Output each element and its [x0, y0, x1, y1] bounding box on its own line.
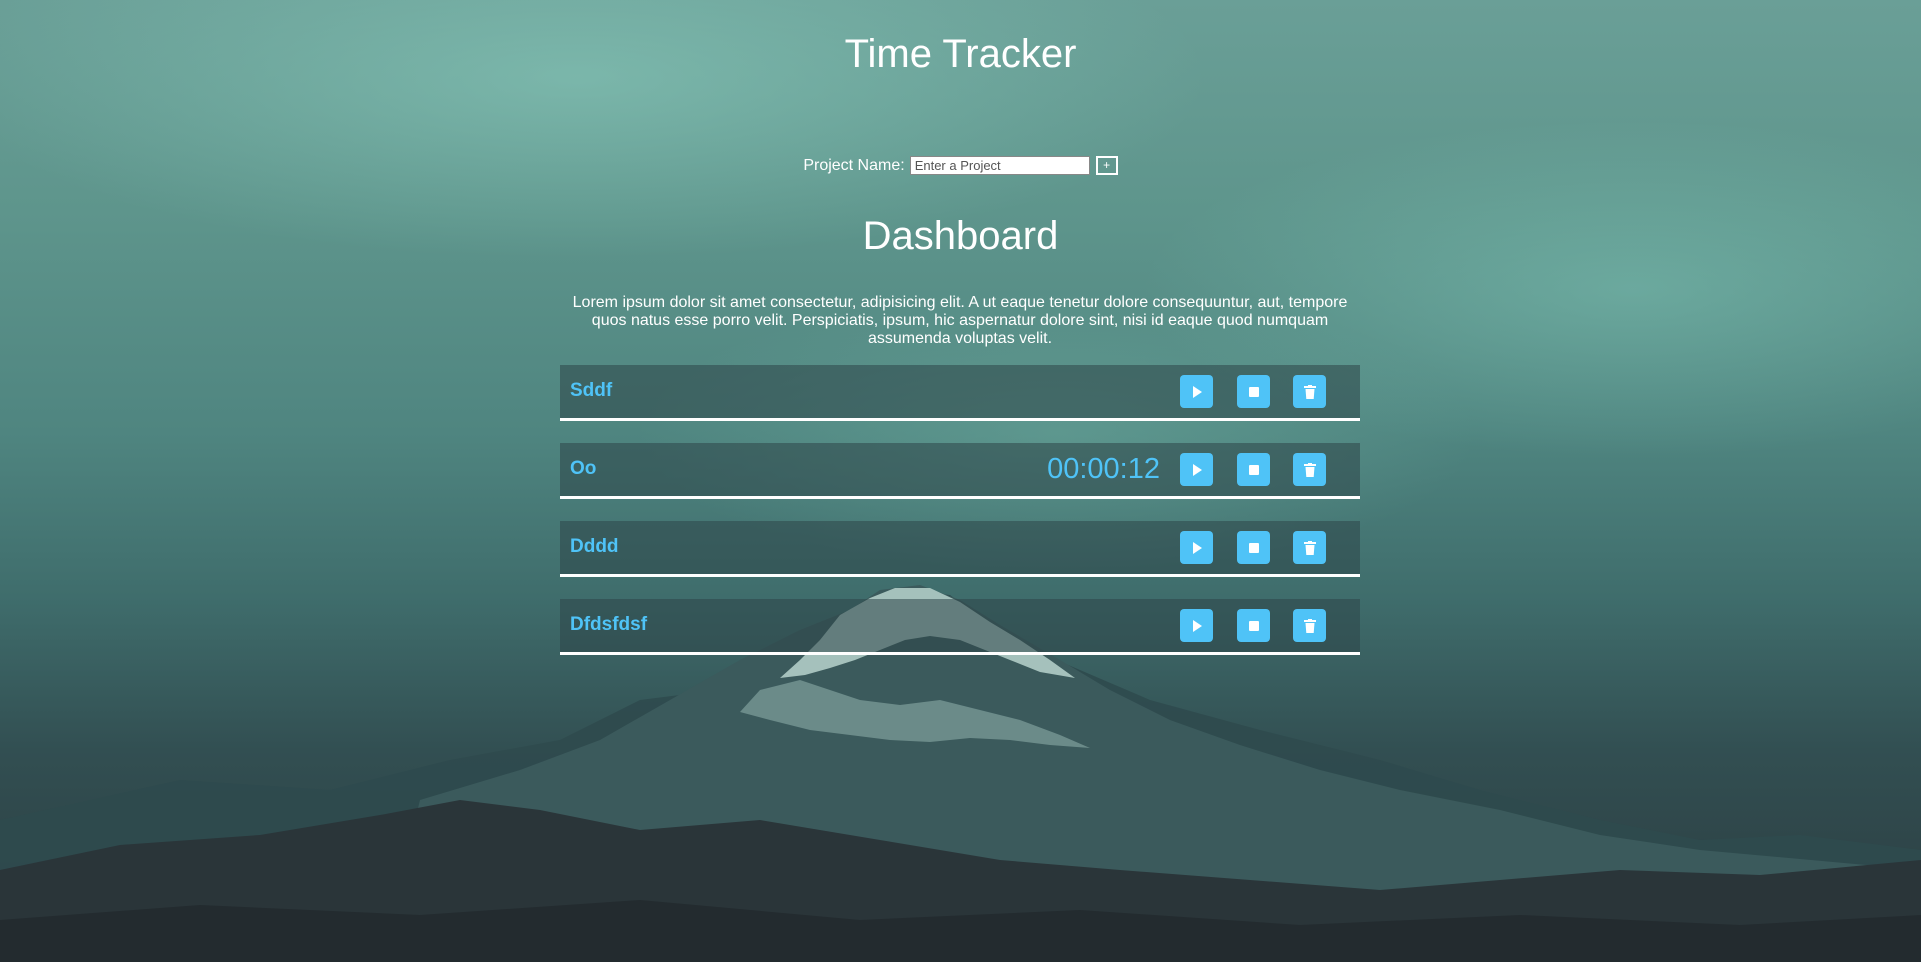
- stop-button[interactable]: [1237, 375, 1270, 408]
- project-name: Sddf: [570, 380, 613, 401]
- play-button[interactable]: [1180, 531, 1213, 564]
- project-list: Sddf Oo 00:00:12 Dddd Dfdsfdsf: [560, 365, 1360, 677]
- play-icon: [1192, 385, 1202, 398]
- play-icon: [1192, 541, 1202, 554]
- delete-button[interactable]: [1293, 531, 1326, 564]
- stop-button[interactable]: [1237, 609, 1270, 642]
- trash-icon: [1303, 462, 1316, 477]
- project-row: Sddf: [560, 365, 1360, 421]
- add-project-button[interactable]: +: [1095, 156, 1118, 175]
- delete-button[interactable]: [1293, 453, 1326, 486]
- dashboard-description: Lorem ipsum dolor sit amet consectetur, …: [572, 294, 1348, 347]
- play-icon: [1192, 463, 1202, 476]
- stop-icon: [1248, 464, 1259, 475]
- stop-button[interactable]: [1237, 531, 1270, 564]
- project-timer: 00:00:12: [1047, 453, 1160, 485]
- project-name: Oo: [570, 458, 597, 479]
- stop-icon: [1248, 386, 1259, 397]
- delete-button[interactable]: [1293, 609, 1326, 642]
- dashboard-title: Dashboard: [862, 214, 1059, 258]
- project-name: Dddd: [570, 536, 619, 557]
- play-button[interactable]: [1180, 609, 1213, 642]
- add-project-form: Project Name: +: [0, 156, 1921, 175]
- trash-icon: [1303, 384, 1316, 399]
- page-title: Time Tracker: [844, 32, 1077, 76]
- play-button[interactable]: [1180, 453, 1213, 486]
- trash-icon: [1303, 540, 1316, 555]
- stop-icon: [1248, 542, 1259, 553]
- project-name: Dfdsfdsf: [570, 614, 648, 635]
- trash-icon: [1303, 618, 1316, 633]
- stop-icon: [1248, 620, 1259, 631]
- project-row: Oo 00:00:12: [560, 443, 1360, 499]
- delete-button[interactable]: [1293, 375, 1326, 408]
- project-row: Dddd: [560, 521, 1360, 577]
- project-name-input[interactable]: [909, 156, 1090, 175]
- play-button[interactable]: [1180, 375, 1213, 408]
- stop-button[interactable]: [1237, 453, 1270, 486]
- project-name-label: Project Name:: [803, 156, 905, 174]
- play-icon: [1192, 619, 1202, 632]
- project-row: Dfdsfdsf: [560, 599, 1360, 655]
